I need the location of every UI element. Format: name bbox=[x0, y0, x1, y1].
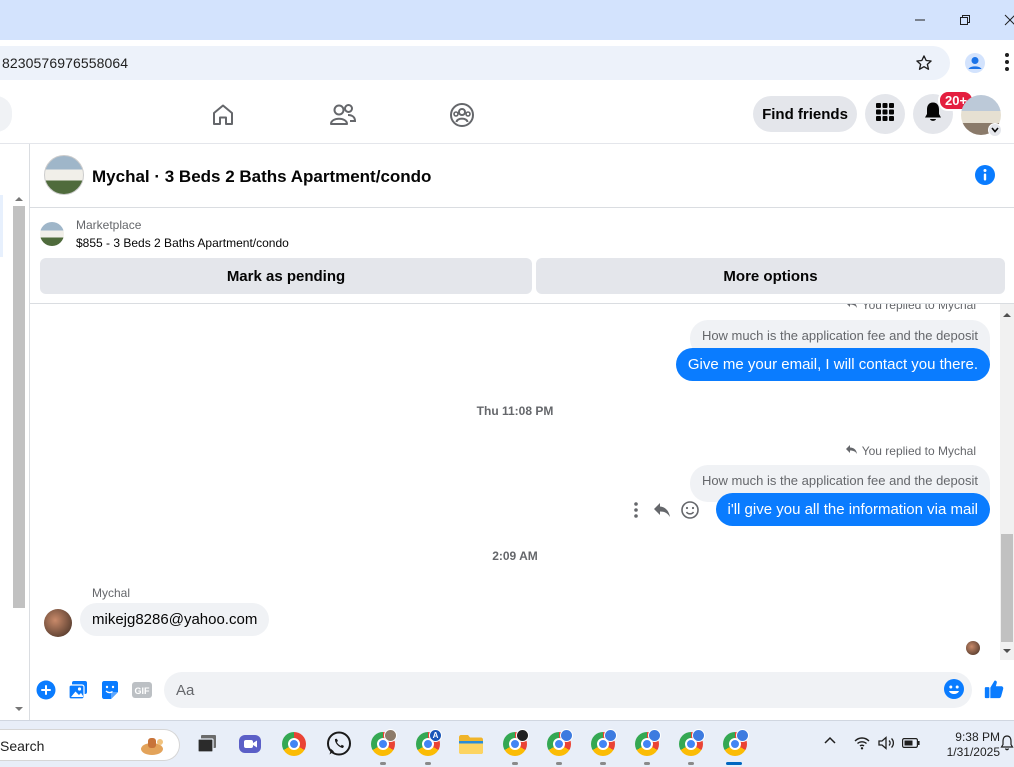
minimize-icon[interactable] bbox=[908, 8, 932, 32]
marketplace-panel: Marketplace $855 - 3 Beds 2 Baths Apartm… bbox=[30, 208, 1014, 304]
menu-grid-button[interactable] bbox=[865, 94, 905, 134]
running-app-indicator bbox=[425, 762, 431, 765]
incoming-message[interactable]: mikejg8286@yahoo.com bbox=[80, 603, 270, 636]
chat-header: Mychal · 3 Beds 2 Baths Apartment/condo bbox=[30, 144, 1014, 208]
facebook-top-nav: Find friends 20+ bbox=[0, 86, 1014, 144]
photo-icon[interactable] bbox=[67, 679, 89, 701]
chrome-profile-icon[interactable] bbox=[589, 729, 617, 758]
restore-icon[interactable] bbox=[953, 8, 977, 32]
left-scrollbar-thumb[interactable] bbox=[13, 206, 25, 608]
sticker-icon[interactable] bbox=[99, 679, 121, 701]
volume-icon[interactable] bbox=[878, 736, 896, 750]
chrome-icon[interactable] bbox=[280, 730, 308, 758]
find-friends-button[interactable]: Find friends bbox=[753, 96, 857, 132]
chrome-profile-icon[interactable]: A bbox=[414, 729, 442, 758]
browser-menu-icon[interactable] bbox=[1004, 52, 1010, 77]
sender-avatar[interactable] bbox=[44, 609, 72, 637]
running-app-indicator bbox=[512, 762, 518, 765]
running-app-indicator bbox=[600, 762, 606, 765]
timestamp-separator: Thu 11:08 PM bbox=[476, 404, 554, 418]
system-clock[interactable]: 9:38 PM 1/31/2025 bbox=[926, 730, 1000, 760]
file-explorer-icon[interactable] bbox=[457, 730, 485, 758]
gif-icon[interactable]: GIF bbox=[131, 679, 153, 701]
clock-date: 1/31/2025 bbox=[946, 745, 1000, 759]
message-input[interactable] bbox=[164, 672, 972, 708]
taskbar-search-box[interactable]: Search bbox=[0, 729, 180, 761]
outgoing-message[interactable]: Give me your email, I will contact you t… bbox=[675, 348, 990, 381]
message-composer: GIF bbox=[30, 660, 1014, 720]
running-app-indicator bbox=[644, 762, 650, 765]
battery-icon[interactable] bbox=[902, 738, 920, 748]
reply-icon[interactable] bbox=[652, 501, 672, 524]
chrome-profile-icon[interactable] bbox=[369, 729, 397, 758]
chrome-profile-icon[interactable] bbox=[633, 729, 661, 758]
grid-icon bbox=[875, 102, 895, 127]
chrome-profile-icon[interactable] bbox=[501, 729, 529, 758]
running-app-indicator bbox=[556, 762, 562, 765]
message-hover-actions bbox=[628, 500, 700, 525]
replied-indicator: You replied to Mychal bbox=[845, 444, 976, 458]
chrome-profile-icon[interactable] bbox=[545, 729, 573, 758]
chevron-up-icon[interactable] bbox=[823, 735, 837, 745]
mark-as-pending-button[interactable]: Mark as pending bbox=[40, 258, 532, 294]
listing-title[interactable]: $855 - 3 Beds 2 Baths Apartment/condo bbox=[76, 236, 289, 250]
whatsapp-icon[interactable] bbox=[325, 730, 353, 758]
wifi-icon[interactable] bbox=[854, 736, 870, 750]
reply-arrow-icon bbox=[845, 444, 858, 458]
omnibox[interactable]: 8230576976558064 bbox=[0, 46, 950, 80]
taskbar-search-label: Search bbox=[0, 738, 45, 754]
home-icon[interactable] bbox=[208, 100, 238, 130]
reply-arrow-icon bbox=[845, 304, 858, 312]
plus-circle-icon[interactable] bbox=[35, 679, 57, 701]
chat-title[interactable]: Mychal · 3 Beds 2 Baths Apartment/condo bbox=[92, 167, 431, 187]
task-view-icon[interactable] bbox=[193, 730, 221, 758]
notification-bell-icon[interactable] bbox=[1000, 735, 1014, 751]
windows-taskbar: Search A 9:38 PM 1/31/2025 bbox=[0, 720, 1014, 767]
selected-chat-indicator bbox=[0, 195, 3, 257]
svg-text:GIF: GIF bbox=[135, 686, 151, 696]
replied-text: You replied to Mychal bbox=[861, 304, 976, 312]
running-app-indicator bbox=[380, 762, 386, 765]
emoji-icon[interactable] bbox=[943, 678, 965, 700]
fb-search-box[interactable] bbox=[0, 96, 12, 132]
groups-icon[interactable] bbox=[447, 100, 477, 130]
react-emoji-icon[interactable] bbox=[680, 500, 700, 525]
seen-indicator-avatar bbox=[966, 641, 980, 655]
info-icon[interactable] bbox=[974, 164, 996, 191]
chat-avatar[interactable] bbox=[44, 155, 84, 195]
chrome-profile-icon-active[interactable] bbox=[721, 729, 749, 758]
listing-thumbnail[interactable] bbox=[40, 222, 64, 246]
meet-app-icon[interactable] bbox=[236, 730, 264, 758]
account-chevron-down-icon[interactable] bbox=[988, 123, 1002, 137]
clock-time: 9:38 PM bbox=[955, 730, 1000, 744]
address-bar-row: 8230576976558064 bbox=[0, 40, 1014, 86]
message-list: You replied to Mychal How much is the ap… bbox=[30, 304, 1000, 660]
close-icon[interactable] bbox=[998, 8, 1014, 32]
url-text[interactable]: 8230576976558064 bbox=[2, 55, 128, 71]
sender-name: Mychal bbox=[92, 586, 131, 600]
message-scrollbar-thumb[interactable] bbox=[1001, 534, 1013, 642]
thumbs-up-icon[interactable] bbox=[983, 678, 1005, 700]
marketplace-label: Marketplace bbox=[76, 218, 142, 232]
browser-profile-icon[interactable] bbox=[964, 52, 986, 79]
active-app-indicator bbox=[726, 762, 742, 765]
outgoing-message[interactable]: i'll give you all the information via ma… bbox=[715, 493, 990, 526]
window-titlebar bbox=[0, 0, 1014, 40]
more-options-icon[interactable] bbox=[628, 501, 644, 524]
friends-icon[interactable] bbox=[328, 100, 358, 130]
replied-indicator: You replied to Mychal bbox=[845, 304, 976, 312]
chrome-profile-icon[interactable] bbox=[677, 729, 705, 758]
replied-text: You replied to Mychal bbox=[861, 444, 976, 458]
timestamp-separator: 2:09 AM bbox=[492, 549, 538, 563]
search-highlight-icon bbox=[138, 735, 166, 757]
more-options-button[interactable]: More options bbox=[536, 258, 1005, 294]
bookmark-star-icon[interactable] bbox=[914, 53, 934, 78]
running-app-indicator bbox=[688, 762, 694, 765]
